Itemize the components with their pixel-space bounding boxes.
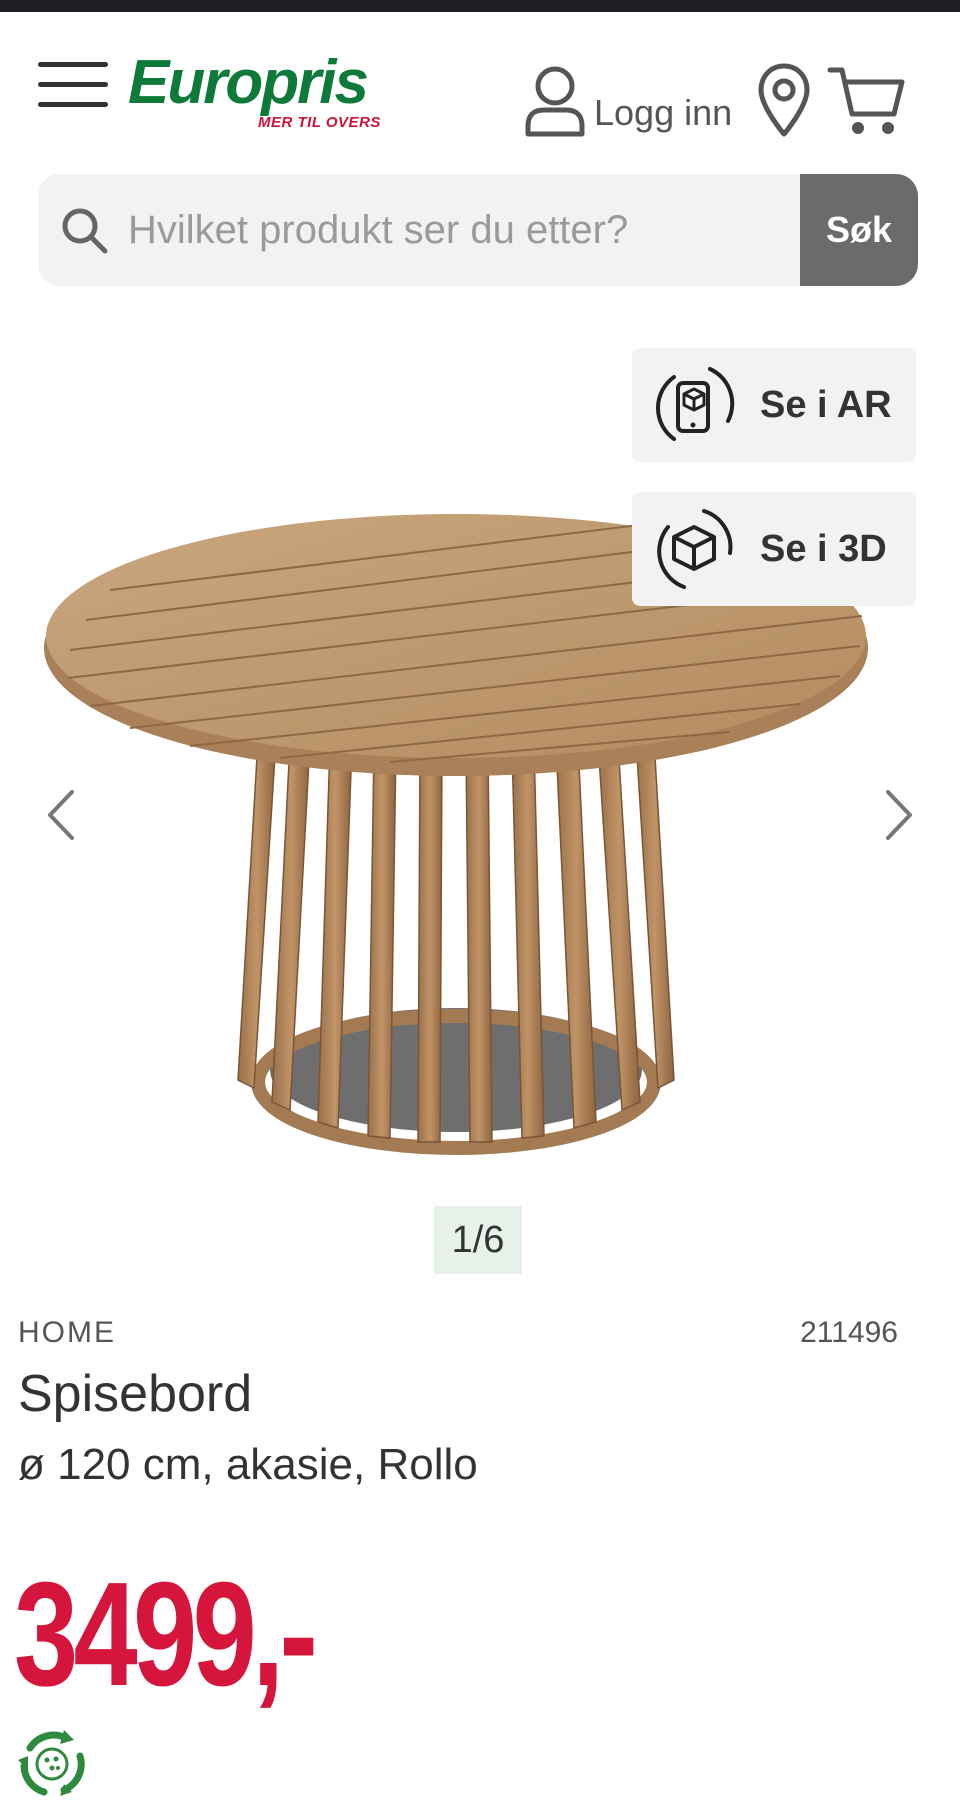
login-link[interactable]: Logg inn — [522, 58, 732, 138]
product-title: Spisebord — [18, 1365, 253, 1423]
recycle-badge-icon[interactable] — [14, 1726, 90, 1802]
logo-tagline: MER TIL OVERS — [258, 114, 381, 131]
view-in-ar-button[interactable]: Se i AR — [632, 348, 916, 462]
product-gallery: Se i AR Se i 3D 1/6 — [0, 310, 960, 1274]
chevron-right-icon[interactable] — [874, 780, 924, 850]
status-bar-strip — [0, 0, 960, 12]
europris-logo[interactable]: Europris MER TIL OVERS — [128, 48, 388, 138]
search-bar: Søk — [38, 174, 918, 286]
image-counter: 1/6 — [434, 1206, 522, 1274]
product-brand[interactable]: HOME — [18, 1316, 116, 1350]
search-button[interactable]: Søk — [800, 174, 918, 286]
view-in-ar-label: Se i AR — [760, 383, 892, 426]
user-icon — [525, 66, 585, 137]
product-sku: 211496 — [800, 1316, 898, 1349]
ar-phone-icon — [656, 367, 735, 441]
view-in-3d-button[interactable]: Se i 3D — [632, 492, 916, 606]
cube-3d-icon — [657, 509, 733, 589]
search-icon — [62, 208, 108, 254]
site-header: Europris MER TIL OVERS Logg inn — [0, 12, 960, 172]
product-subtitle: ø 120 cm, akasie, Rollo — [18, 1440, 478, 1489]
logo-wordmark: Europris — [128, 48, 369, 117]
search-input[interactable] — [128, 174, 828, 286]
product-price: 3499,- — [14, 1552, 318, 1717]
view-in-3d-label: Se i 3D — [760, 527, 887, 570]
chevron-left-icon[interactable] — [36, 780, 86, 850]
location-pin-icon[interactable] — [756, 60, 812, 140]
cart-icon[interactable] — [826, 60, 906, 140]
menu-icon[interactable] — [38, 52, 108, 108]
login-label: Logg inn — [594, 92, 733, 133]
